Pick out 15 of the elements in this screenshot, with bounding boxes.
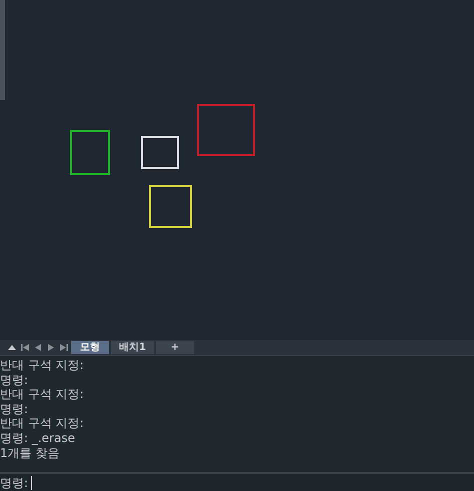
command-prompt: 명령: [0,474,28,491]
history-line: 명령: [0,372,30,388]
first-button[interactable] [19,342,30,353]
history-line: 명령: _.erase [0,430,76,446]
history-line: 1개를 찾음 [0,446,60,460]
next-button[interactable] [45,342,56,353]
history-line: 반대 구석 지정: [0,358,85,373]
layout-tab[interactable]: 배치1 [111,341,154,354]
history-line: 반대 구석 지정: [0,416,85,431]
history-line: 반대 구석 지정: [0,387,85,402]
layout-tab[interactable]: + [156,341,194,354]
layout-tab[interactable]: 모형 [71,341,109,354]
history-line: 명령: [0,402,30,416]
scroll-bar[interactable] [0,0,5,100]
last-button[interactable] [58,342,69,353]
